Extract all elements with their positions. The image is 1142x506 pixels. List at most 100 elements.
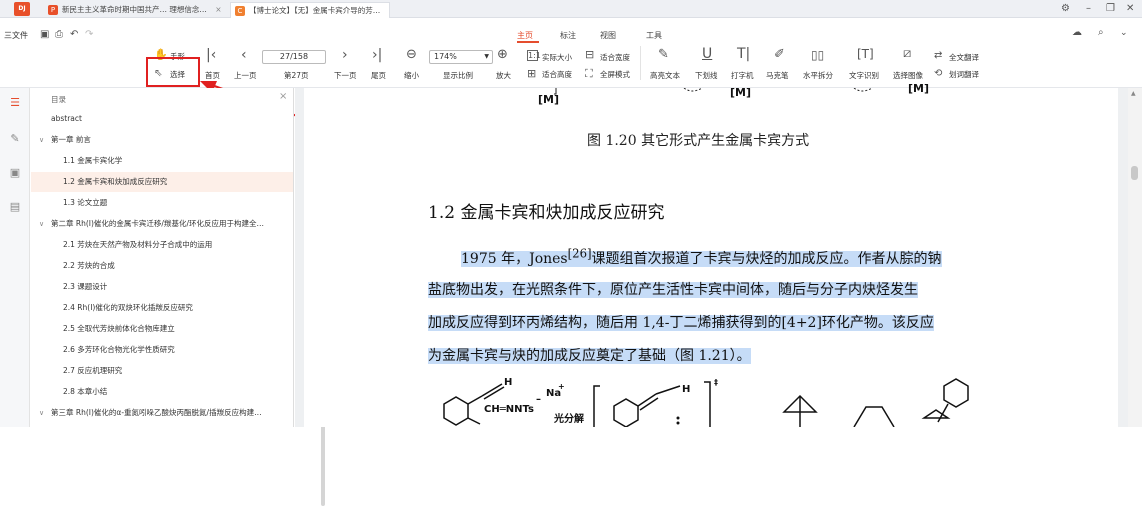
tab-home[interactable]: 主页 <box>517 30 533 41</box>
toc-item-label: 1.1 金属卡宾化学 <box>63 156 123 165</box>
fit-height-icon: ⊞ <box>527 67 537 80</box>
close-icon[interactable]: × <box>279 91 287 102</box>
ocr-icon[interactable]: [T] <box>857 47 874 61</box>
zoom-select[interactable]: 174% ▼ <box>429 50 493 64</box>
image-select-icon[interactable]: ⧄ <box>903 47 911 61</box>
close-icon[interactable]: × <box>389 6 390 15</box>
search-icon[interactable]: ⌕ <box>1098 26 1104 40</box>
scheme-fragment-top <box>554 88 873 95</box>
active-tab-indicator <box>517 41 539 43</box>
paragraph-line: 为金属卡宾与炔的加成反应奠定了基础（图 1.21）。 <box>428 348 751 364</box>
full-screen-button[interactable]: 全屏模式 <box>600 69 630 80</box>
scroll-thumb[interactable] <box>1131 166 1138 180</box>
save-icon[interactable]: ▣ <box>40 28 49 42</box>
toc-item-label: 2.1 芳炔在天然产物及材料分子合成中的运用 <box>63 240 213 249</box>
section-title: 1.2 金属卡宾和炔加成反应研究 <box>428 203 665 223</box>
underline-icon[interactable]: U <box>702 47 712 61</box>
toc-item-label: abstract <box>51 114 82 123</box>
toc-item[interactable]: 2.6 多芳环化合物光化学性质研究 <box>31 340 293 360</box>
close-window-icon[interactable]: ✕ <box>1126 2 1134 16</box>
fit-width-button[interactable]: 适合宽度 <box>600 52 630 63</box>
zoom-value: 174% <box>434 52 457 61</box>
fit-height-button[interactable]: 适合高度 <box>542 69 572 80</box>
marker-icon[interactable]: ✐ <box>774 48 785 62</box>
zoom-out-label: 缩小 <box>404 71 419 80</box>
toc-item[interactable]: 2.4 Rh(I)催化的双炔环化插羰反应研究 <box>31 298 293 318</box>
typewriter-label: 打字机 <box>731 71 754 80</box>
toc-item[interactable]: 1.1 金属卡宾化学 <box>31 151 293 171</box>
ocr-label: 文字识别 <box>849 71 879 80</box>
file-menu[interactable]: 三文件 <box>4 30 28 41</box>
zoom-out-icon[interactable]: ⊖ <box>406 48 417 62</box>
next-page-icon[interactable]: › <box>342 48 348 62</box>
maximize-icon[interactable]: ❐ <box>1106 2 1115 16</box>
highlight-icon[interactable]: ✎ <box>658 48 669 62</box>
toc-item[interactable]: 2.1 芳炔在天然产物及材料分子合成中的运用 <box>31 235 293 255</box>
typewriter-icon[interactable]: T| <box>737 47 750 61</box>
document-area: [M] [M] [M] 图 1.20 其它形式产生金属卡宾方式 1.2 金属卡宾… <box>295 82 1128 427</box>
zoom-ratio-label: 显示比例 <box>443 71 473 80</box>
annotation-icon[interactable]: ✎ <box>8 132 22 146</box>
tab-document-2[interactable]: C 【博士论文】【无】金属卡宾介导的芳… × <box>230 2 390 18</box>
toc-item[interactable]: 1.2 金属卡宾和炔加成反应研究 <box>31 172 293 192</box>
tab-view[interactable]: 视图 <box>600 30 616 41</box>
figure-caption: 图 1.20 其它形式产生金属卡宾方式 <box>587 133 810 149</box>
first-page-icon[interactable]: |‹ <box>206 48 216 62</box>
tab-annotate[interactable]: 标注 <box>560 30 576 41</box>
toc-item[interactable]: ∨ 第一章 前言 <box>31 130 293 150</box>
chevron-down-icon[interactable]: ∨ <box>39 130 44 150</box>
cloud-icon[interactable]: ☁ <box>1072 26 1082 40</box>
close-icon[interactable]: × <box>215 5 221 14</box>
toc-item[interactable]: abstract <box>31 109 293 129</box>
actual-size-button[interactable]: 实际大小 <box>542 52 572 63</box>
tab-label: 新民主主义革命时期中国共产… 理想信念… <box>62 5 207 14</box>
last-page-icon[interactable]: ›| <box>372 48 382 62</box>
settings-icon[interactable]: ⚙ <box>1061 2 1070 16</box>
thumbnail-icon[interactable]: ▣ <box>8 166 22 180</box>
zoom-in-icon[interactable]: ⊕ <box>497 48 508 62</box>
chevron-down-icon: ▼ <box>484 53 489 60</box>
title-bar: DJ P 新民主主义革命时期中国共产… 理想信念… × C 【博士论文】【无】金… <box>0 0 1142 18</box>
toc-item-label: 2.5 全取代芳炔前体化合物库建立 <box>63 324 175 333</box>
page-number-input[interactable]: 27/158 <box>262 50 326 64</box>
highlight-text-label: 高亮文本 <box>650 71 680 80</box>
split-label: 水平拆分 <box>803 71 833 80</box>
document-scrollbar[interactable]: ▲ <box>1128 88 1142 427</box>
print-icon[interactable]: ⎙ <box>55 28 63 42</box>
scroll-up-icon[interactable]: ▲ <box>1131 90 1136 97</box>
translate-all-button[interactable]: 全文翻译 <box>949 52 979 63</box>
chevron-down-icon[interactable]: ∨ <box>39 403 44 423</box>
toc-item-label: 第三章 Rh(I)催化的α-重氮吲哚乙酸炔丙酯脱氮/插羰反应构建… <box>51 408 262 417</box>
translate-word-button[interactable]: 划词翻译 <box>949 69 979 80</box>
scheme-atom-label: CH═NNTs <box>484 404 534 415</box>
select-image-label: 选择图像 <box>893 71 923 80</box>
prev-page-icon[interactable]: ‹ <box>241 48 247 62</box>
fit-width-icon: ⊟ <box>585 48 595 61</box>
undo-icon[interactable]: ↶ <box>70 28 78 42</box>
photolysis-label: 光分解 <box>554 414 584 425</box>
zoom-in-label: 放大 <box>496 71 511 80</box>
toc-icon[interactable]: ☰ <box>8 96 22 110</box>
toc-item[interactable]: 2.7 反应机理研究 <box>31 361 293 381</box>
toc-item[interactable]: 2.5 全取代芳炔前体化合物库建立 <box>31 319 293 339</box>
chevron-down-icon[interactable]: ⌄ <box>1120 26 1128 40</box>
toc-title: 目录 <box>51 95 66 104</box>
pdf-page: [M] [M] [M] 图 1.20 其它形式产生金属卡宾方式 1.2 金属卡宾… <box>304 82 1118 427</box>
toc-item-label: 2.4 Rh(I)催化的双炔环化插羰反应研究 <box>63 303 193 312</box>
bookmark-icon[interactable]: ▤ <box>8 200 22 214</box>
toc-item[interactable]: 1.3 论文立题 <box>31 193 293 213</box>
toc-item[interactable]: ∨ 第二章 Rh(I)催化的金属卡宾迁移/羰基化/环化反应用于构建全… <box>31 214 293 234</box>
redo-icon[interactable]: ↷ <box>85 28 93 42</box>
split-icon[interactable]: ▯▯ <box>811 48 824 62</box>
toc-item[interactable]: ∨ 第三章 Rh(I)催化的α-重氮吲哚乙酸炔丙酯脱氮/插羰反应构建… <box>31 403 293 423</box>
chevron-down-icon[interactable]: ∨ <box>39 214 44 234</box>
toc-item-label: 2.6 多芳环化合物光化学性质研究 <box>63 345 175 354</box>
toc-item-label: 2.3 课题设计 <box>63 282 108 291</box>
tab-document-1[interactable]: P 新民主主义革命时期中国共产… 理想信念… × <box>44 2 228 18</box>
toc-item[interactable]: 2.3 课题设计 <box>31 277 293 297</box>
tab-tools[interactable]: 工具 <box>646 30 662 41</box>
toc-item[interactable]: 2.8 本章小结 <box>31 382 293 402</box>
divider <box>640 46 641 80</box>
minimize-icon[interactable]: – <box>1086 2 1091 16</box>
toc-item[interactable]: 2.2 芳炔的合成 <box>31 256 293 276</box>
